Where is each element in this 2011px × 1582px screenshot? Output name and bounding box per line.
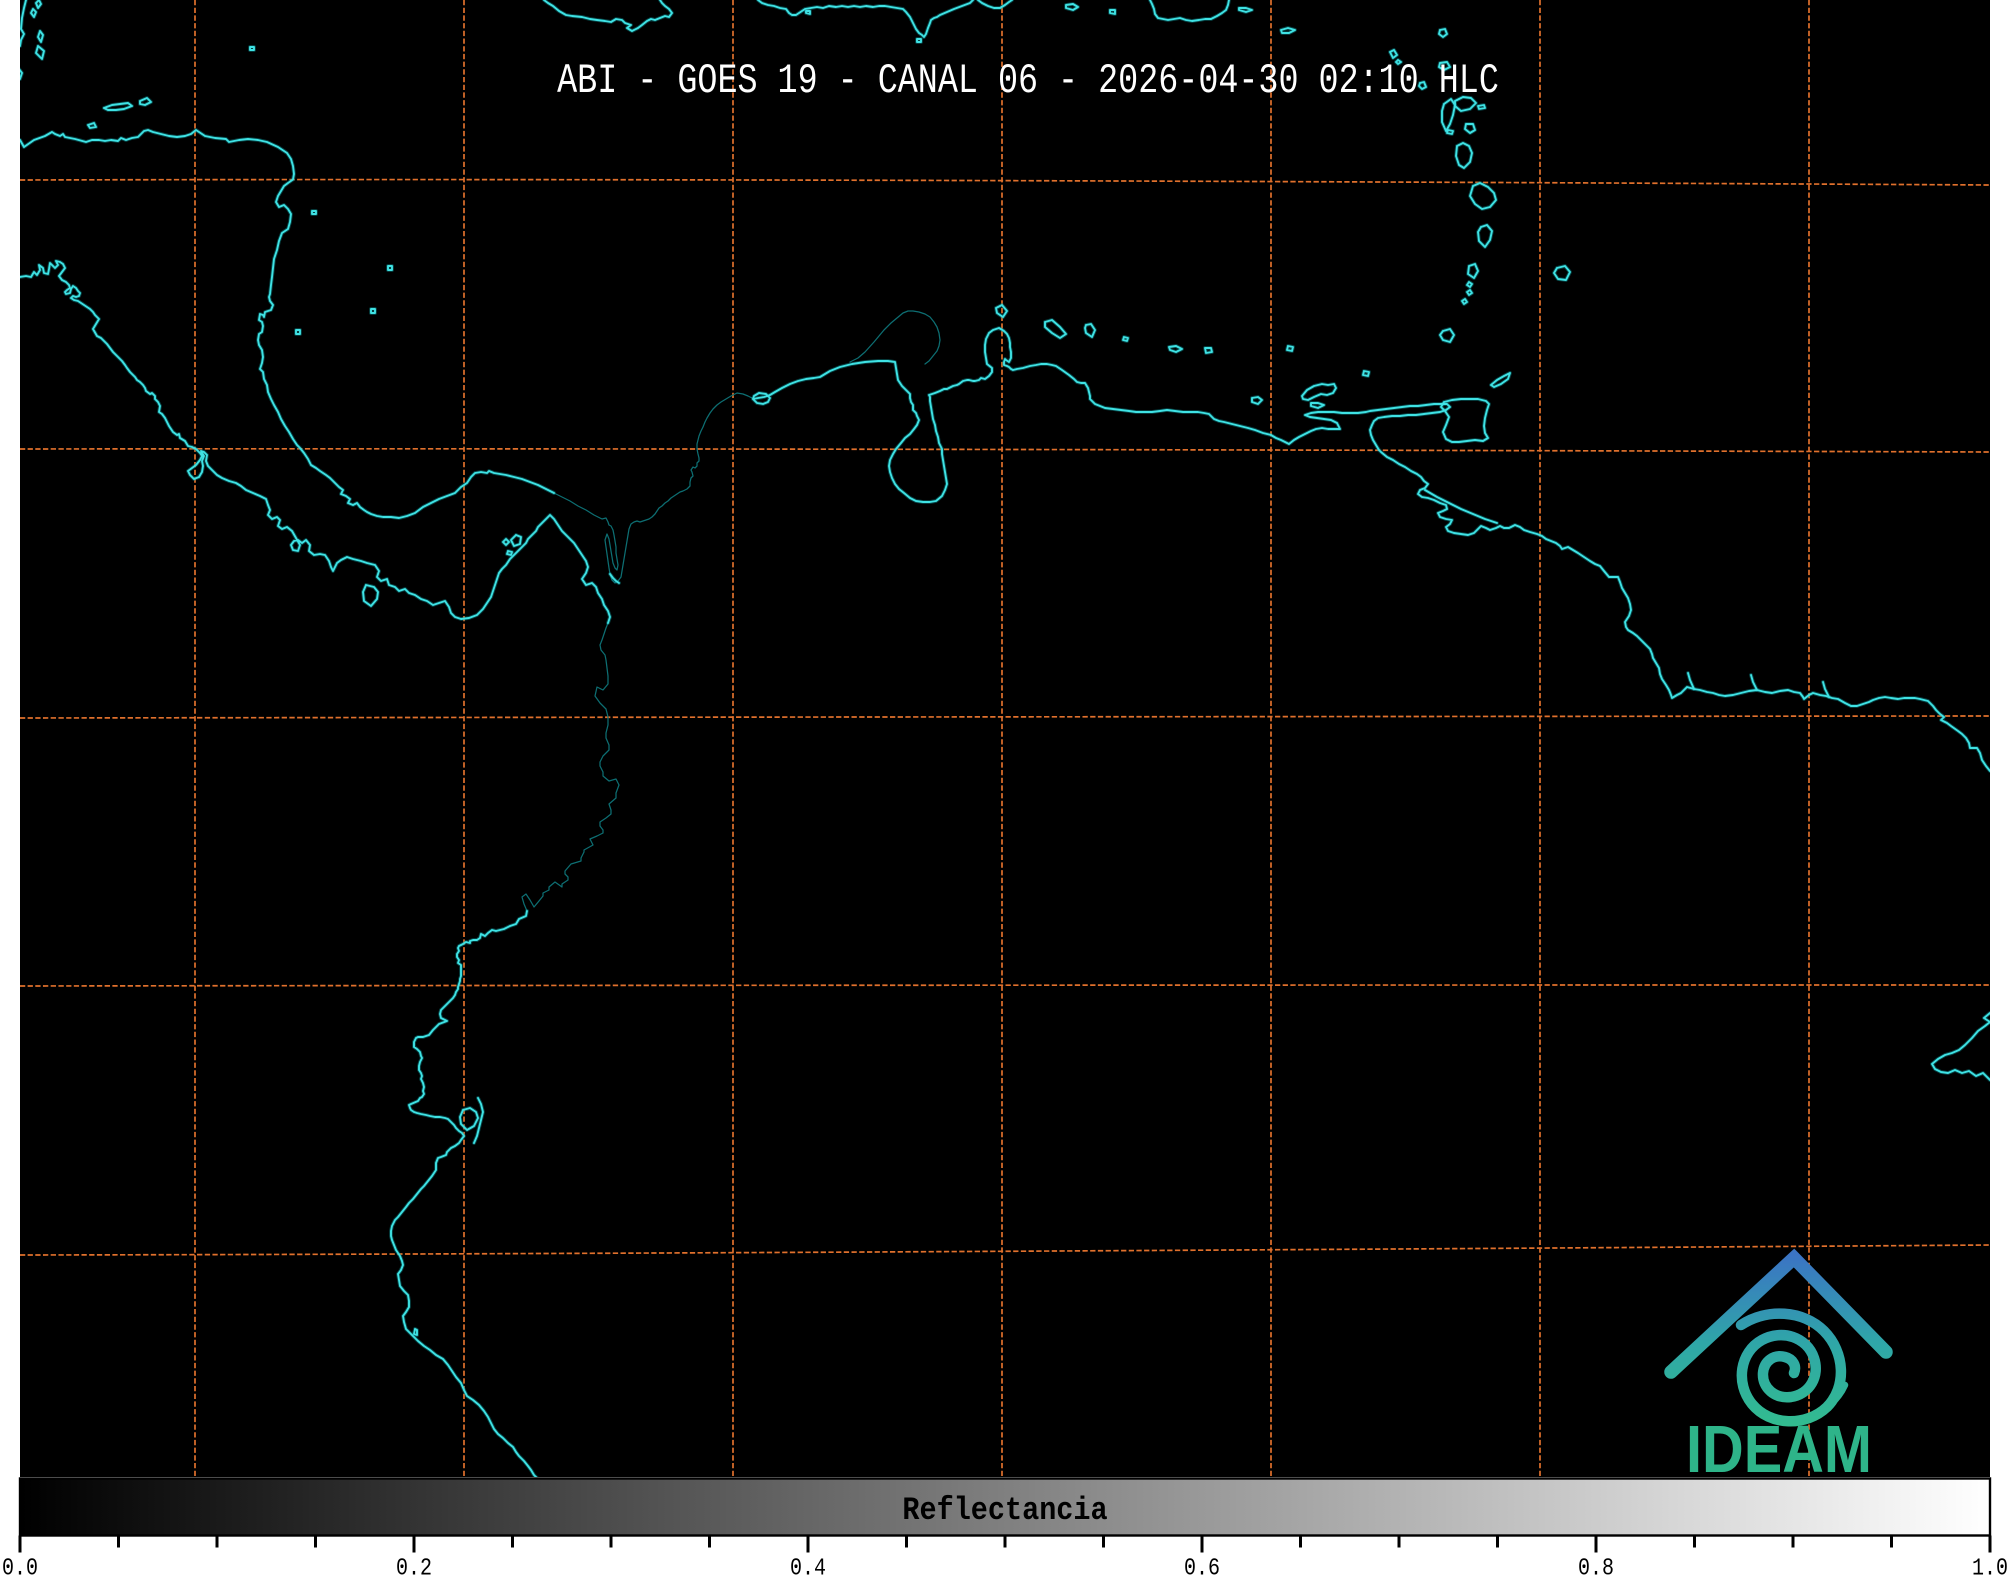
svg-text:IDEAM: IDEAM: [1686, 1412, 1872, 1487]
svg-text:Reflectancia: Reflectancia: [902, 1492, 1107, 1529]
svg-text:ABI - GOES 19 - CANAL 06 - 202: ABI - GOES 19 - CANAL 06 - 2026-04-30 02…: [557, 59, 1499, 105]
